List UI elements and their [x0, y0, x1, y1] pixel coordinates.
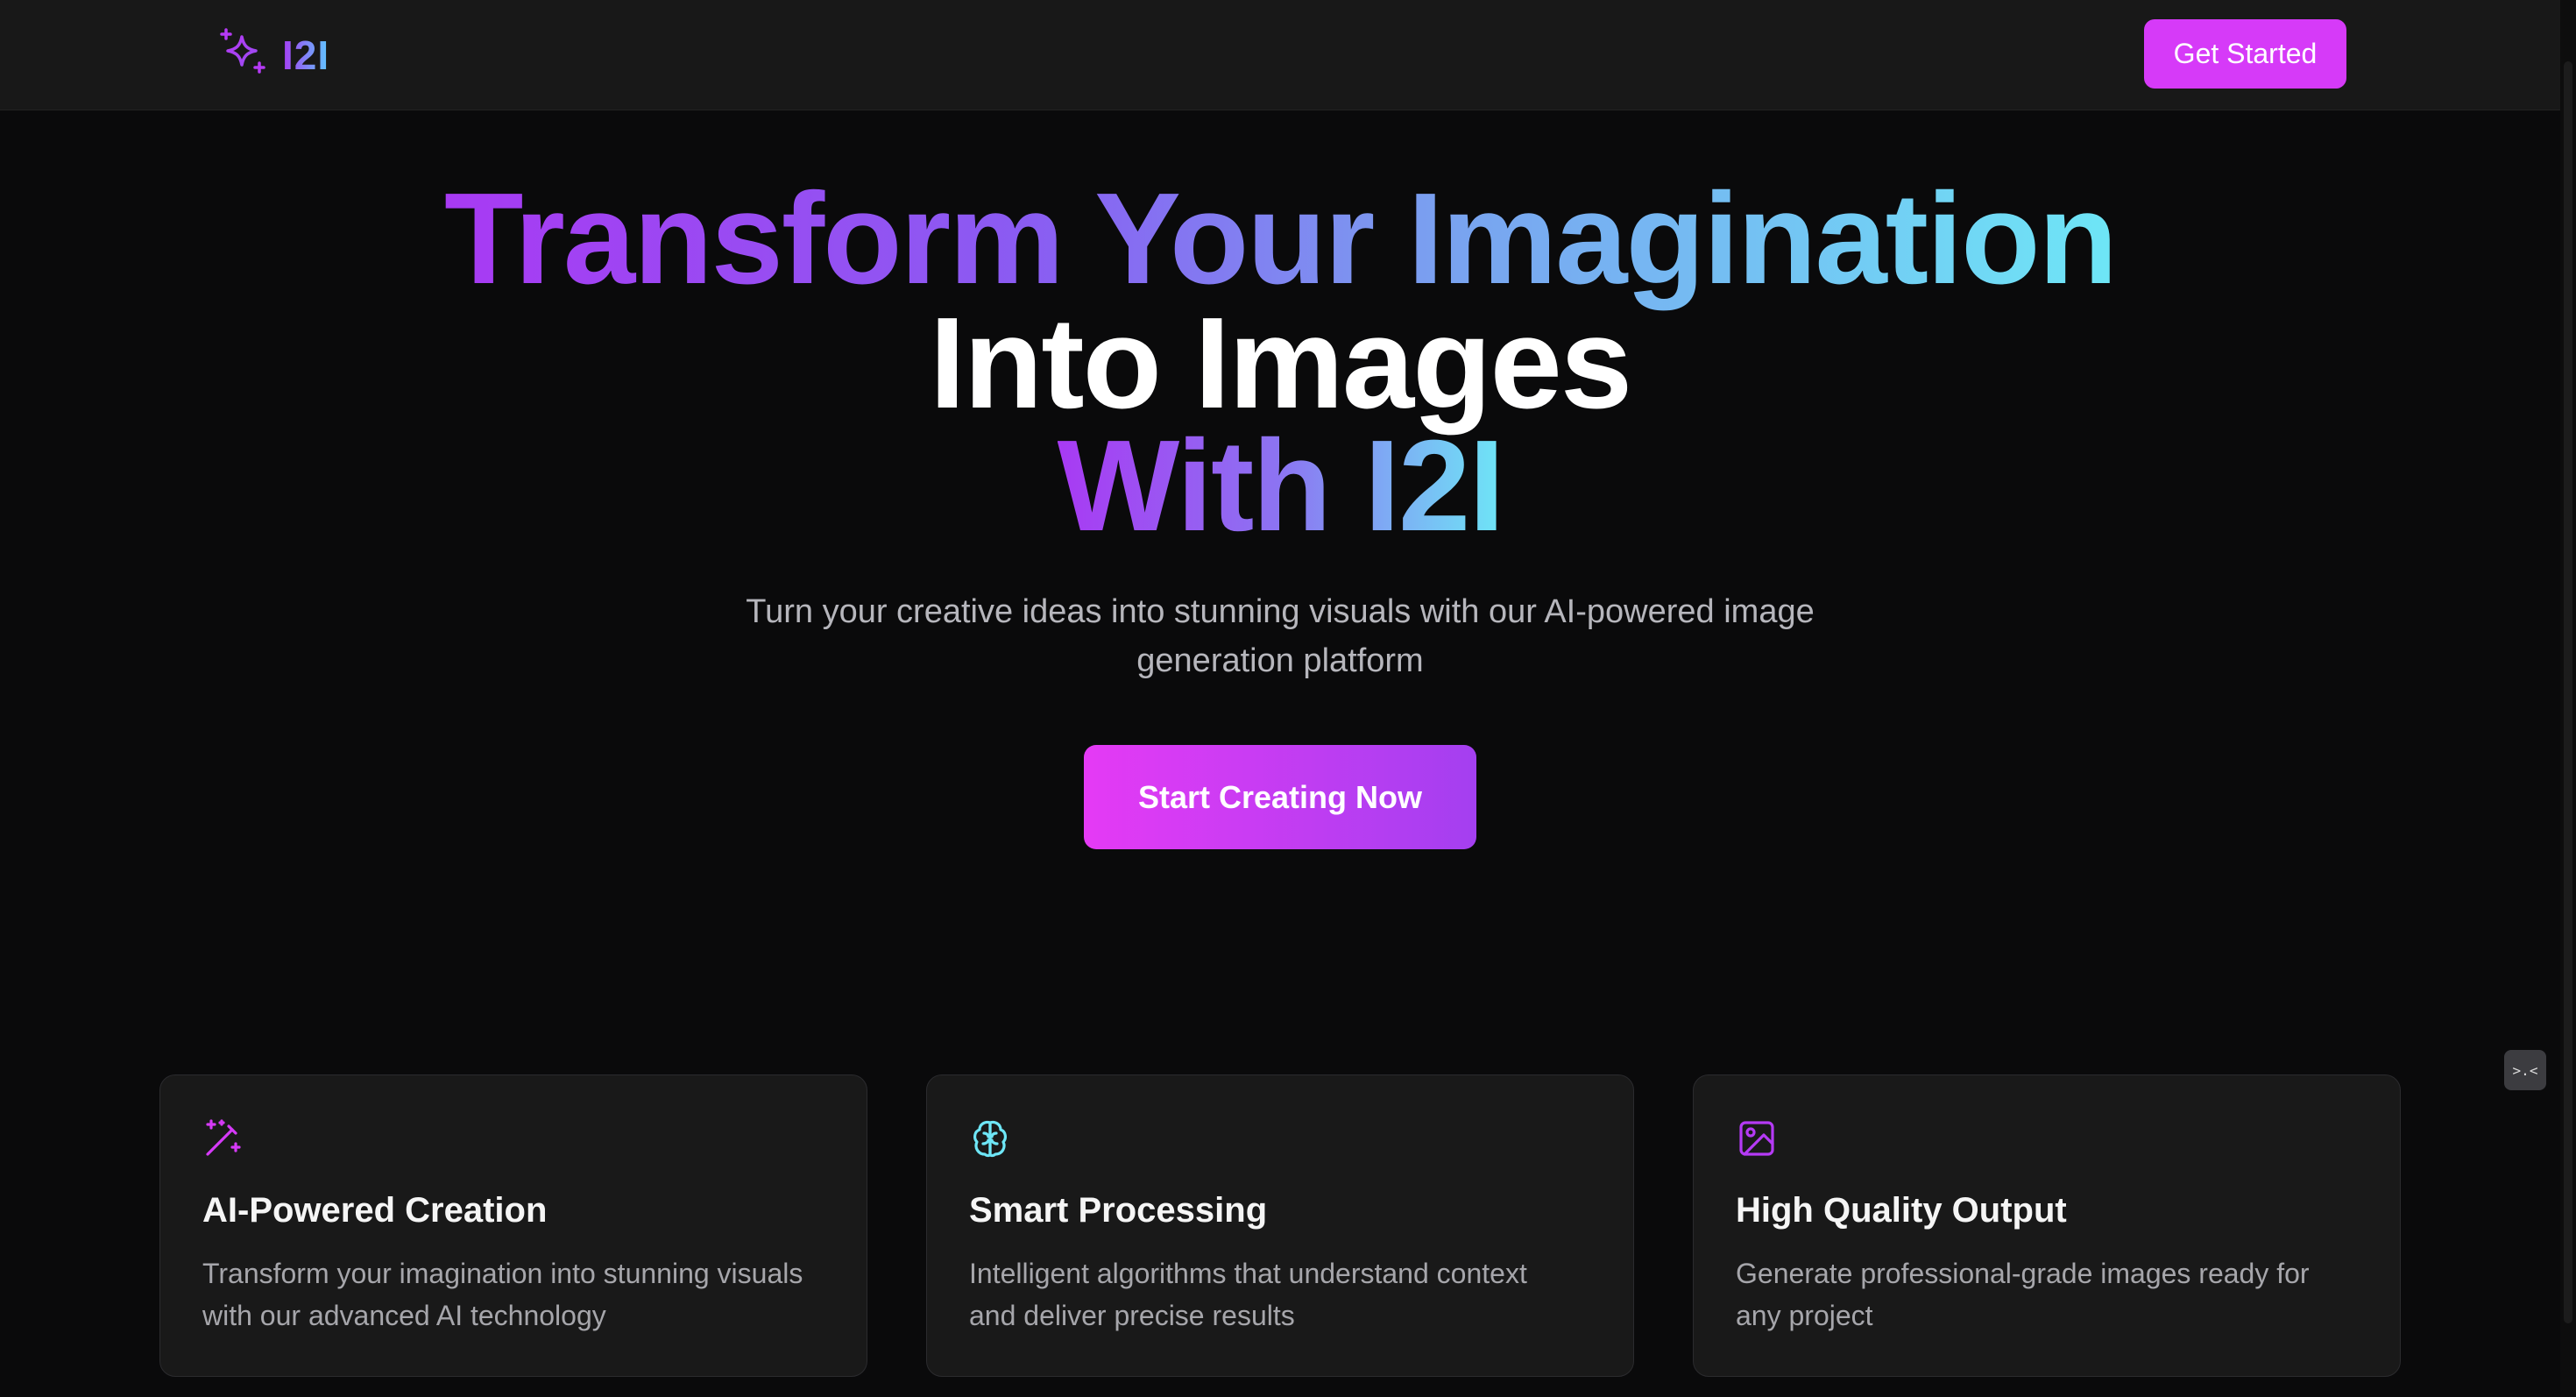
get-started-button[interactable]: Get Started — [2144, 19, 2346, 89]
feature-title: High Quality Output — [1736, 1191, 2067, 1230]
dev-tools-button[interactable]: >.< — [2504, 1050, 2546, 1090]
magic-wand-icon — [202, 1117, 244, 1159]
scrollbar-thumb[interactable] — [2564, 61, 2572, 1323]
feature-card-smart-processing: Smart Processing Intelligent algorithms … — [926, 1074, 1634, 1377]
image-icon — [1736, 1117, 1778, 1159]
sparkles-icon — [217, 26, 270, 83]
feature-card-high-quality-output: High Quality Output Generate professiona… — [1693, 1074, 2401, 1377]
logo-text: I2I — [282, 32, 330, 78]
dev-tools-icon: >.< — [2512, 1061, 2538, 1079]
logo[interactable]: I2I — [217, 26, 329, 83]
feature-title: AI-Powered Creation — [202, 1191, 548, 1230]
top-navbar: I2I Get Started — [0, 0, 2560, 110]
hero-subtitle: Turn your creative ideas into stunning v… — [746, 593, 1815, 679]
feature-description: Generate professional-grade images ready… — [1736, 1258, 2310, 1331]
scrollbar[interactable] — [2560, 0, 2576, 1397]
feature-title: Smart Processing — [969, 1191, 1268, 1230]
feature-description: Intelligent algorithms that understand c… — [969, 1258, 1527, 1331]
hero-title-line-3: With I2I — [1057, 414, 1505, 558]
start-creating-button[interactable]: Start Creating Now — [1084, 745, 1476, 849]
feature-card-ai-powered-creation: AI-Powered Creation Transform your imagi… — [159, 1074, 867, 1377]
brain-icon — [969, 1117, 1011, 1159]
feature-description: Transform your imagination into stunning… — [202, 1258, 803, 1331]
